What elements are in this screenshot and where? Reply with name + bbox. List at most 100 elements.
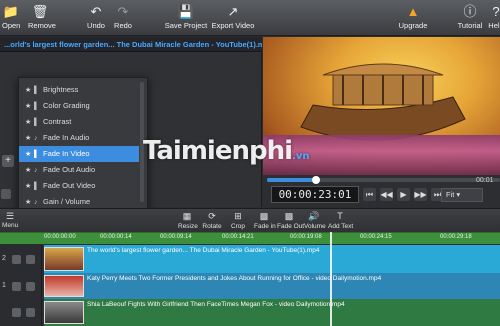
help-button[interactable]: ? Help [488,3,500,33]
watermark-logo: Taimienphi.vn [143,136,310,166]
menu-item-fade-in-video[interactable]: ★ ▌ Fade In Video [19,146,139,162]
timeline-track: Shia LaBeouf Fights With Girlfriend Then… [0,299,500,326]
timeline-track: 1 Katy Perry Meets Two Former Presidents… [0,273,500,299]
clip-thumbnail [44,301,84,324]
play-icon[interactable]: ▶ [397,188,410,201]
star-icon[interactable]: ★ [25,115,34,131]
star-icon[interactable]: ★ [25,131,34,147]
redo-button[interactable]: ↷ Redo [113,3,133,33]
video-clip[interactable]: The world's largest flower garden... The… [44,245,500,273]
speaker-icon: 🔊 [308,211,320,221]
upgrade-arrow-icon: ▲ [406,4,420,19]
track-header: 1 [0,273,42,299]
folder-icon: 📁 [2,4,20,19]
ruler-tick: 00:00:14:21 [222,234,254,240]
film-icon[interactable] [12,255,21,264]
fade-in-button[interactable]: ▩ Fade in [254,210,276,232]
media-toggle[interactable] [1,189,11,199]
undo-icon: ↶ [90,4,102,19]
effects-dropdown: ★ ▌ Brightness ★ ▌ Color Grading ★ ▌ Contrast … [18,77,148,229]
rewind-icon[interactable]: ◀◀ [380,188,393,201]
film-icon[interactable] [12,282,21,291]
star-icon[interactable]: ★ [25,179,34,195]
filter-icon: ▌ [34,119,39,126]
seek-handle[interactable] [311,176,320,184]
crop-button[interactable]: ⊞ Crop [230,210,246,232]
skip-back-icon[interactable]: ⏮ [363,188,376,201]
timeline-ruler[interactable]: 00:00:00:00 00:00:00:14 00:00:09:14 00:0… [0,232,500,244]
film-icon[interactable] [12,308,21,317]
timecode-display: 00:00:23:01 [271,186,359,203]
menu-item-brightness[interactable]: ★ ▌ Brightness [19,82,139,98]
tutorial-button[interactable]: ⓘ Tutorial [456,3,484,33]
timeline-toolbar: ☰ Menu ▦ Resize ⟳ Rotate ⊞ Crop ▩ Fade i… [0,208,500,232]
export-icon: ↗ [227,4,239,19]
save-project-button[interactable]: 💾 Save Project [164,3,208,33]
clip-thumbnail [44,275,84,297]
eye-icon[interactable] [26,308,35,317]
menu-icon: ☰ [5,211,15,221]
end-time-label: 00:01 [476,177,494,184]
crop-icon: ⊞ [234,211,242,221]
filter-icon: ▌ [34,151,39,158]
menu-item-fade-out-video[interactable]: ★ ▌ Fade Out Video [19,178,139,194]
ruler-tick: 00:00:00:14 [100,234,132,240]
timeline-playhead[interactable] [330,232,332,326]
redo-icon: ↷ [117,4,129,19]
add-text-button[interactable]: T Add Text [328,210,353,232]
timeline-track: 2 The world's largest flower garden... T… [0,245,500,273]
undo-button[interactable]: ↶ Undo [86,3,106,33]
open-button[interactable]: 📁 Open [2,3,20,33]
export-video-button[interactable]: ↗ Export Video [211,3,255,33]
seek-progress [267,178,316,182]
zoom-fit-select[interactable]: Fit ▾ [441,188,483,202]
ruler-tick: 00:00:00:00 [44,234,76,240]
note-icon: ♪ [34,167,38,174]
track-header: 2 [0,245,42,273]
remove-button[interactable]: 🗑 Remove [28,3,56,33]
filter-icon: ▌ [34,183,39,190]
save-icon: 💾 [177,4,195,19]
ruler-tick: 00:00:29:18 [440,234,472,240]
star-icon[interactable]: ★ [25,99,34,115]
star-icon[interactable]: ★ [25,163,34,179]
fade-out-button[interactable]: ▩ Fade Out [277,210,304,232]
add-media-button[interactable]: + [2,155,14,167]
question-icon: ⓘ [463,4,477,19]
filter-icon: ▌ [34,87,39,94]
filter-icon: ▌ [34,103,39,110]
resize-button[interactable]: ▦ Resize [178,210,198,232]
video-clip[interactable]: Shia LaBeouf Fights With Girlfriend Then… [44,299,500,326]
star-icon[interactable]: ★ [25,147,34,163]
video-clip[interactable]: Katy Perry Meets Two Former Presidents a… [44,273,500,299]
effects-list: ★ ▌ Brightness ★ ▌ Color Grading ★ ▌ Contrast … [19,82,139,210]
menu-item-color-grading[interactable]: ★ ▌ Color Grading [19,98,139,114]
menu-item-fade-out-audio[interactable]: ★ ♪ Fade Out Audio [19,162,139,178]
upgrade-button[interactable]: ▲ Upgrade [398,3,428,33]
help-icon: ? [492,4,500,19]
main-toolbar: 📁 Open 🗑 Remove ↶ Undo ↷ Redo 💾 Save Pro… [0,0,500,36]
fade-out-icon: ▩ [284,211,294,221]
forward-icon[interactable]: ▶▶ [414,188,427,201]
menu-item-contrast[interactable]: ★ ▌ Contrast [19,114,139,130]
rotate-icon: ⟳ [208,211,216,221]
fade-in-icon: ▩ [259,211,269,221]
menu-item-fade-in-audio[interactable]: ★ ♪ Fade In Audio [19,130,139,146]
selected-file-name: ...orld's largest flower garden... The D… [0,37,262,52]
note-icon: ♪ [34,135,38,142]
rotate-button[interactable]: ⟳ Rotate [202,210,222,232]
eye-icon[interactable] [26,282,35,291]
star-icon[interactable]: ★ [25,83,34,99]
volume-button[interactable]: 🔊 Volume [304,210,326,232]
eye-icon[interactable] [26,255,35,264]
text-icon: T [337,211,343,221]
seek-bar[interactable] [267,176,500,184]
ruler-tick: 00:00:19:08 [290,234,322,240]
timeline-menu-button[interactable]: ☰ Menu [2,211,18,229]
track-header [0,299,42,326]
ruler-tick: 00:00:24:15 [360,234,392,240]
resize-icon: ▦ [182,211,192,221]
trash-icon: 🗑 [31,4,49,19]
ruler-tick: 00:00:09:14 [160,234,192,240]
clip-thumbnail [44,247,84,271]
